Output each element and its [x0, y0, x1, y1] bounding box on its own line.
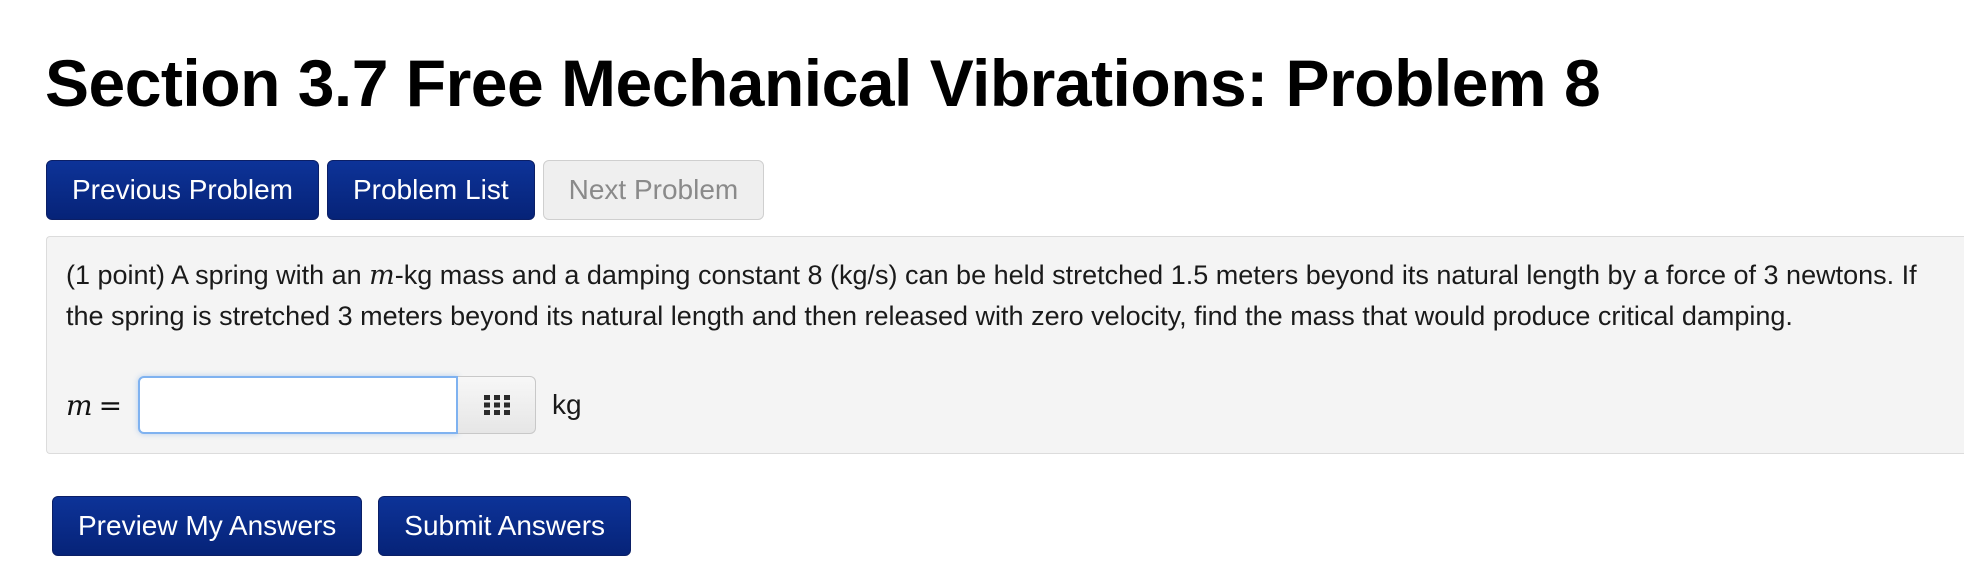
- mass-variable: m: [369, 260, 395, 291]
- previous-problem-button[interactable]: Previous Problem: [46, 160, 319, 220]
- problem-body: (1 point) A spring with an m-kg mass and…: [46, 236, 1964, 454]
- answer-actions: Preview My Answers Submit Answers: [52, 496, 632, 556]
- answer-label: m =: [66, 389, 138, 422]
- problem-list-button[interactable]: Problem List: [326, 160, 535, 220]
- problem-page: Section 3.7 Free Mechanical Vibrations: …: [0, 0, 1964, 588]
- next-problem-button: Next Problem: [542, 160, 765, 220]
- preview-answers-button[interactable]: Preview My Answers: [52, 496, 363, 556]
- equation-palette-button[interactable]: [458, 376, 536, 434]
- submit-answers-button[interactable]: Submit Answers: [378, 496, 632, 556]
- answer-label-equals: =: [98, 388, 123, 422]
- grid-icon: [483, 395, 510, 415]
- problem-navigation: Previous Problem Problem List Next Probl…: [46, 160, 765, 220]
- answer-label-variable: m: [66, 388, 93, 422]
- units-label: kg: [552, 389, 582, 420]
- problem-text-before: (1 point) A spring with an: [66, 260, 370, 290]
- page-title: Section 3.7 Free Mechanical Vibrations: …: [45, 46, 1601, 120]
- problem-statement: (1 point) A spring with an m-kg mass and…: [66, 255, 1946, 336]
- mass-answer-input[interactable]: [138, 376, 458, 434]
- answer-row: m = kg: [66, 376, 582, 434]
